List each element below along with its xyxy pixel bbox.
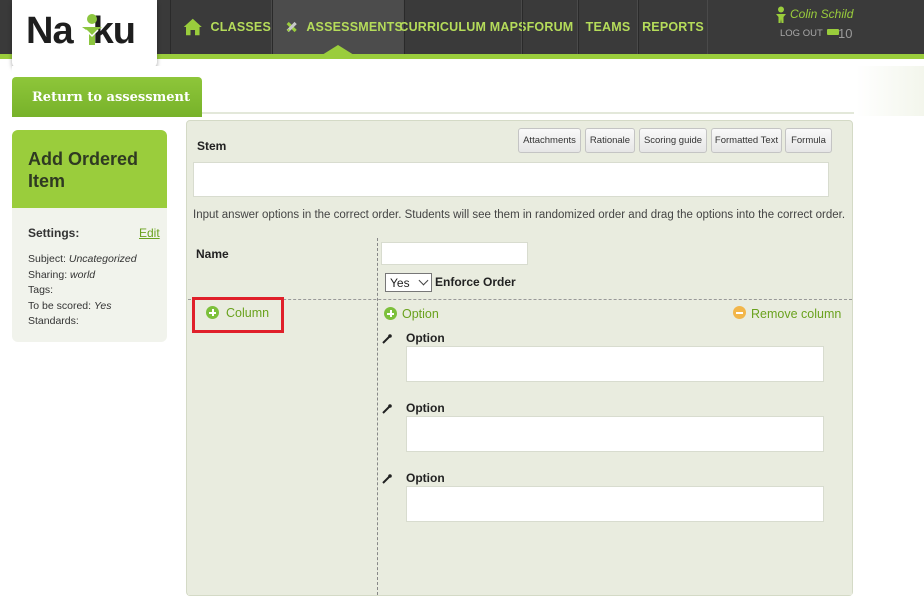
scored-label: To be scored: xyxy=(28,300,92,312)
subject-row: Subject: Uncategorized xyxy=(28,253,137,265)
nav-assessments-label: ASSESSMENTS xyxy=(306,20,403,34)
chevron-down-icon xyxy=(418,275,429,286)
sharing-value: world xyxy=(70,269,96,281)
nav-forum-label: FORUM xyxy=(526,20,574,34)
tags-label: Tags: xyxy=(28,284,54,296)
enforce-order-select[interactable]: Yes xyxy=(385,273,432,292)
rationale-button[interactable]: Rationale xyxy=(585,128,635,153)
nav-forum[interactable]: FORUM xyxy=(522,0,578,54)
home-icon xyxy=(183,18,202,36)
enforce-order-select-value: Yes xyxy=(390,275,410,290)
add-column-label: Column xyxy=(226,306,270,320)
option-label: Option xyxy=(406,471,445,485)
scoring-guide-button[interactable]: Scoring guide xyxy=(639,128,707,153)
nav-classes[interactable]: CLASSES xyxy=(170,0,272,54)
return-to-assessment-button[interactable]: Return to assessment xyxy=(12,77,202,117)
item-info-panel: Add Ordered Item Settings: Edit Subject:… xyxy=(12,130,167,342)
stem-label: Stem xyxy=(197,139,227,153)
wrench-icon[interactable] xyxy=(382,334,392,344)
column-divider xyxy=(377,238,378,595)
wrench-icon[interactable] xyxy=(382,404,392,414)
return-bar: Return to assessment xyxy=(12,66,854,117)
name-input[interactable] xyxy=(381,242,528,265)
sharing-row: Sharing: world xyxy=(28,269,95,281)
scored-row: To be scored: Yes xyxy=(28,300,111,312)
row-divider xyxy=(188,299,852,300)
subject-value: Uncategorized xyxy=(68,253,137,265)
nav-teams-label: TEAMS xyxy=(585,20,631,34)
edit-settings-link[interactable]: Edit xyxy=(139,226,160,240)
add-circle-icon xyxy=(206,306,219,319)
user-icon xyxy=(776,6,786,23)
points-count: 10 xyxy=(838,26,853,41)
nav-curriculum-maps-label: CURRICULUM MAPS xyxy=(399,20,527,34)
sharing-label: Sharing: xyxy=(28,269,68,281)
remove-circle-icon[interactable] xyxy=(733,306,746,319)
option-input[interactable] xyxy=(406,346,824,382)
name-label: Name xyxy=(196,247,229,261)
option-label: Option xyxy=(406,331,445,345)
add-column-button[interactable]: Column xyxy=(192,297,284,333)
nav-teams[interactable]: TEAMS xyxy=(578,0,638,54)
item-info-header: Add Ordered Item xyxy=(12,130,167,208)
page: CLASSES ASSESSMENTS CURRICULUM MAPS FORU… xyxy=(0,0,924,611)
user-name[interactable]: Colin Schild xyxy=(790,7,853,21)
formatted-text-button[interactable]: Formatted Text xyxy=(711,128,782,153)
panel-title: Add Ordered Item xyxy=(28,149,139,191)
logout-link[interactable]: LOG OUT xyxy=(780,28,823,39)
add-option-link[interactable]: Option xyxy=(402,307,439,321)
formula-button[interactable]: Formula xyxy=(785,128,832,153)
pencil-ruler-icon xyxy=(286,21,297,33)
instructions-text: Input answer options in the correct orde… xyxy=(193,209,846,221)
nav-reports-label: REPORTS xyxy=(642,20,704,34)
option-input[interactable] xyxy=(406,416,824,452)
logo-person-icon xyxy=(82,14,102,45)
add-circle-icon[interactable] xyxy=(384,307,397,320)
subject-label: Subject: xyxy=(28,253,66,265)
standards-row: Standards: xyxy=(28,315,79,327)
stem-input[interactable] xyxy=(193,162,829,197)
nav-curriculum-maps[interactable]: CURRICULUM MAPS xyxy=(399,0,526,54)
settings-label: Settings: xyxy=(28,226,80,240)
item-editor: Stem Attachments Rationale Scoring guide… xyxy=(186,120,853,596)
nav-reports[interactable]: REPORTS xyxy=(638,0,708,54)
remove-column-link[interactable]: Remove column xyxy=(751,307,841,321)
enforce-order-label: Enforce Order xyxy=(435,275,516,289)
scored-value: Yes xyxy=(93,300,112,312)
attachments-button[interactable]: Attachments xyxy=(518,128,581,153)
wrench-icon[interactable] xyxy=(382,474,392,484)
tags-row: Tags: xyxy=(28,284,53,296)
option-input[interactable] xyxy=(406,486,824,522)
right-fade xyxy=(856,66,924,116)
nav-classes-label: CLASSES xyxy=(210,20,271,34)
option-label: Option xyxy=(406,401,445,415)
standards-label: Standards: xyxy=(28,315,79,327)
logo[interactable]: Na ku xyxy=(12,0,157,68)
